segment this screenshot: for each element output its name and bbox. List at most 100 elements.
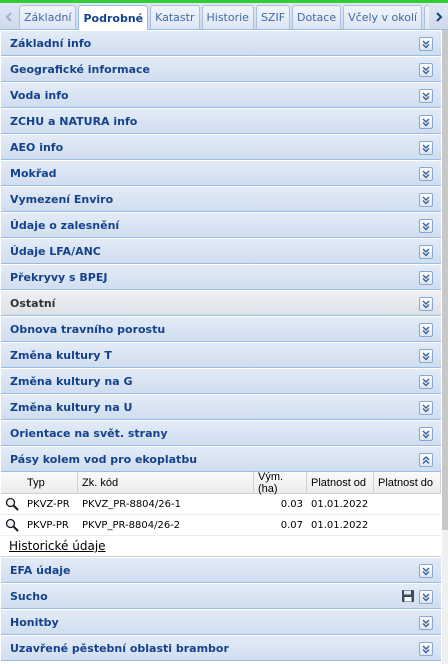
panel-header-vymezeni-enviro[interactable]: Vymezení Enviro [1, 186, 441, 212]
expand-button[interactable] [419, 245, 433, 259]
expand-button[interactable] [419, 37, 433, 51]
panel-header-zchu-a-natura-info[interactable]: ZCHU a NATURA info [1, 108, 441, 134]
column-header-vym-ha[interactable]: Vým. (ha) [254, 471, 307, 495]
panel-header-zmena-kultury-t[interactable]: Změna kultury T [1, 342, 441, 368]
expand-icon [422, 196, 430, 205]
expand-button[interactable] [419, 375, 433, 389]
expand-button[interactable] [419, 297, 433, 311]
expand-button[interactable] [419, 167, 433, 181]
tab-scroll-left-button[interactable] [0, 6, 18, 28]
panel-header-ostatni[interactable]: Ostatní [1, 290, 441, 316]
expand-icon [422, 404, 430, 413]
expand-icon [422, 66, 430, 75]
column-header-platnost-do[interactable]: Platnost do [374, 472, 441, 493]
column-header-zk-kod[interactable]: Zk. kód [78, 472, 254, 493]
panel-title: Obnova travního porostu [10, 322, 166, 336]
expand-button[interactable] [419, 323, 433, 337]
column-header-platnost-od[interactable]: Platnost od [307, 472, 374, 493]
expand-icon [422, 170, 430, 179]
panel-header-pasy-kolem-vod-pro-ekoplatbu[interactable]: Pásy kolem vod pro ekoplatbu [1, 446, 441, 472]
tab-podrobne[interactable]: Podrobné [78, 5, 149, 30]
panel-title: Ostatní [10, 296, 56, 310]
panel-header-udaje-o-zalesneni[interactable]: Údaje o zalesnění [1, 212, 441, 238]
expand-icon [422, 326, 430, 335]
expand-button[interactable] [419, 89, 433, 103]
expand-icon [422, 567, 430, 576]
panel-header-mokrad[interactable]: Mokřad [1, 160, 441, 186]
panel-title: EFA údaje [10, 563, 71, 577]
expand-button[interactable] [419, 141, 433, 155]
tab-vcely-v-okoli[interactable]: Včely v okolí [343, 5, 423, 29]
panel-header-obnova-travniho-porostu[interactable]: Obnova travního porostu [1, 316, 441, 342]
grid-header-row: Typ Zk. kód Vým. (ha) Platnost od Platnost d… [1, 471, 441, 495]
tab-bar: Základní Podrobné Katastr Historie SZIF Dotac… [0, 3, 448, 30]
tab-szif[interactable]: SZIF [255, 5, 291, 29]
panel-title: Honitby [10, 615, 59, 629]
collapse-button[interactable] [419, 453, 433, 467]
panel-header-voda-info[interactable]: Voda info [1, 82, 441, 108]
collapse-icon [422, 456, 430, 464]
expand-button[interactable] [419, 590, 433, 604]
expand-button[interactable] [419, 349, 433, 363]
arrow-right-icon [436, 12, 443, 22]
tabs-strip: Základní Podrobné Katastr Historie SZIF Dotac… [19, 5, 429, 30]
expand-icon [422, 40, 430, 49]
panel-header-uzavrene-pestebni-oblasti-brambor[interactable]: Uzavřené pěstební oblasti brambor [1, 635, 441, 661]
buffer-strips-grid: Typ Zk. kód Vým. (ha) Platnost od Platnost d… [1, 471, 441, 557]
detail-panel-list[interactable]: Základní info Geografické informace Voda i… [0, 30, 448, 664]
panel-header-honitby[interactable]: Honitby [1, 609, 441, 635]
tab-eroze-2019-23[interactable]: Eroze 2019-23 [424, 5, 429, 29]
magnifier-icon[interactable] [1, 494, 23, 514]
panel-header-prekryvy-s-bpej[interactable]: Překryvy s BPEJ [1, 264, 441, 290]
panel-header-geograficke-informace[interactable]: Geografické informace [1, 56, 441, 82]
panel-title: Změna kultury na G [10, 374, 133, 388]
expand-button[interactable] [419, 115, 433, 129]
expand-button[interactable] [419, 616, 433, 630]
cell-vym: 0.03 [280, 498, 303, 510]
panel-title: Voda info [10, 88, 69, 102]
table-row[interactable]: PKVP-PR PKVP_PR-8804/26-2 0.07 01.01.2022 [1, 515, 441, 536]
expand-button[interactable] [419, 63, 433, 77]
table-row[interactable]: PKVZ-PR PKVZ_PR-8804/26-1 0.03 01.01.2022 [1, 494, 441, 515]
cell-do [374, 515, 441, 535]
expand-button[interactable] [419, 427, 433, 441]
panel-header-efa-udaje[interactable]: EFA údaje [1, 557, 441, 583]
historical-data-link[interactable]: Historické údaje [1, 536, 441, 556]
expand-button[interactable] [419, 401, 433, 415]
panel-header-sucho[interactable]: Sucho [1, 583, 441, 609]
cell-kod: PKVZ_PR-8804/26-1 [82, 498, 181, 510]
panel-header-udaje-lfa-anc[interactable]: Údaje LFA/ANC [1, 238, 441, 264]
expand-icon [422, 300, 430, 309]
save-icon[interactable] [401, 589, 415, 603]
vertical-scrollbar[interactable] [442, 30, 448, 664]
panel-header-zmena-kultury-na-g[interactable]: Změna kultury na G [1, 368, 441, 394]
expand-icon [422, 118, 430, 127]
expand-button[interactable] [419, 642, 433, 656]
expand-icon [422, 352, 430, 361]
magnifier-icon[interactable] [1, 515, 23, 535]
expand-button[interactable] [419, 564, 433, 578]
panel-title: ZCHU a NATURA info [10, 114, 138, 128]
expand-icon [422, 645, 430, 654]
panel-title: AEO info [10, 140, 64, 154]
scrollbar-thumb[interactable] [442, 30, 448, 530]
panel-title: Údaje o zalesnění [10, 218, 120, 232]
panel-title: Pásy kolem vod pro ekoplatbu [10, 452, 198, 466]
panel-title: Překryvy s BPEJ [10, 270, 108, 284]
expand-button[interactable] [419, 193, 433, 207]
tab-katastr[interactable]: Katastr [150, 5, 200, 29]
tab-historie[interactable]: Historie [201, 5, 254, 29]
panel-header-zmena-kultury-na-u[interactable]: Změna kultury na U [1, 394, 441, 420]
expand-icon [422, 92, 430, 101]
expand-button[interactable] [419, 219, 433, 233]
panel-header-orientace-na-svet-strany[interactable]: Orientace na svět. strany [1, 420, 441, 446]
expand-button[interactable] [419, 271, 433, 285]
tab-scroll-right-button[interactable] [430, 6, 448, 28]
tab-zakladni[interactable]: Základní [19, 5, 77, 29]
tab-dotace[interactable]: Dotace [292, 5, 342, 29]
panel-header-aeo-info[interactable]: AEO info [1, 134, 441, 160]
column-header-typ[interactable]: Typ [23, 472, 78, 493]
expand-icon [422, 222, 430, 231]
cell-vym: 0.07 [280, 519, 303, 531]
panel-header-zakladni-info[interactable]: Základní info [1, 30, 441, 56]
